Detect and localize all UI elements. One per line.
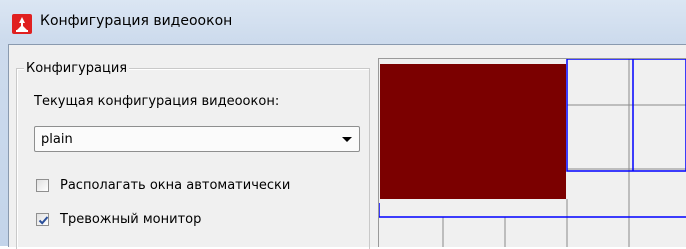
window-title: Конфигурация видеоокон: [40, 13, 233, 29]
layout-preview[interactable]: [378, 58, 686, 247]
config-select-value: plain: [41, 132, 73, 147]
window-outline: [566, 59, 686, 172]
auto-arrange-label[interactable]: Располагать окна автоматически: [60, 178, 290, 193]
window-outline: [379, 203, 686, 218]
checkmark-icon: [38, 216, 49, 225]
chevron-down-icon[interactable]: [342, 137, 352, 142]
app-logo-icon: [12, 14, 32, 34]
current-config-label: Текущая конфигурация видеоокон:: [34, 94, 280, 109]
auto-arrange-checkbox[interactable]: [36, 179, 49, 192]
title-bar[interactable]: Конфигурация видеоокон: [0, 0, 686, 44]
config-select[interactable]: plain: [34, 126, 360, 152]
config-window: Конфигурация видеоокон Конфигурация Теку…: [0, 0, 686, 249]
alarm-monitor-label[interactable]: Тревожный монитор: [60, 212, 201, 227]
configuration-group-legend: Конфигурация: [24, 61, 130, 76]
selected-cell[interactable]: [380, 64, 566, 199]
alarm-monitor-checkbox[interactable]: [36, 213, 49, 226]
